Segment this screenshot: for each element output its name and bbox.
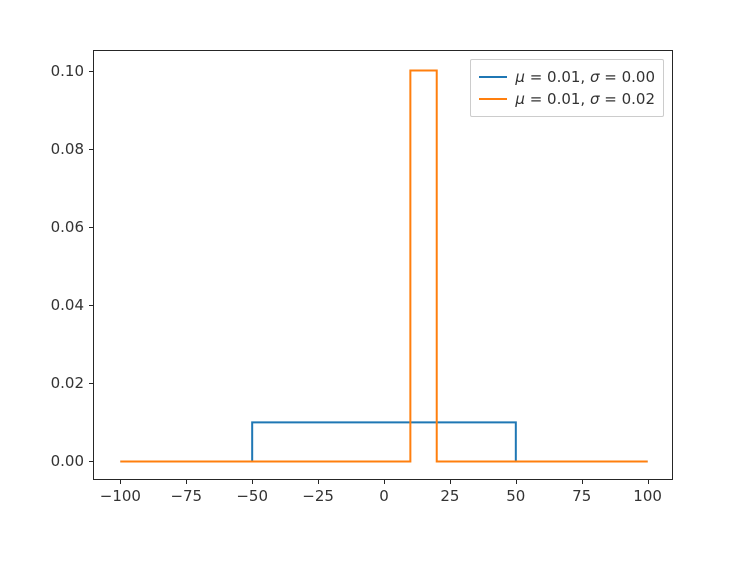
x-tick-label: −50: [236, 487, 268, 505]
x-tick-label: 0: [379, 487, 389, 505]
mu-symbol: μ: [515, 68, 525, 86]
y-tick-label: 0.10: [51, 62, 84, 80]
axes: −100 −75 −50 −25 0 25 50 75 100 0.00 0.0…: [93, 50, 673, 480]
y-tick-label: 0.04: [51, 296, 84, 314]
x-tick-label: −75: [170, 487, 202, 505]
x-tick-mark: [384, 479, 385, 484]
legend-entry: μ = 0.01, σ = 0.00: [479, 66, 655, 88]
x-tick-label: 25: [440, 487, 459, 505]
y-tick-mark: [89, 149, 94, 150]
x-tick-mark: [582, 479, 583, 484]
legend-text: = 0.00: [599, 68, 655, 86]
x-tick-mark: [252, 479, 253, 484]
x-tick-mark: [186, 479, 187, 484]
legend-swatch: [479, 76, 507, 78]
legend-text: = 0.02: [599, 90, 655, 108]
x-tick-label: −25: [302, 487, 334, 505]
legend-label: μ = 0.01, σ = 0.02: [515, 90, 655, 108]
y-tick-label: 0.02: [51, 374, 84, 392]
x-tick-label: 100: [633, 487, 662, 505]
figure: −100 −75 −50 −25 0 25 50 75 100 0.00 0.0…: [0, 0, 750, 563]
x-tick-mark: [516, 479, 517, 484]
series-line-1: [120, 71, 647, 462]
legend-swatch: [479, 98, 507, 100]
y-tick-mark: [89, 383, 94, 384]
x-tick-label: 75: [572, 487, 591, 505]
legend-text: = 0.01,: [525, 68, 590, 86]
mu-symbol: μ: [515, 90, 525, 108]
y-tick-label: 0.00: [51, 452, 84, 470]
x-tick-mark: [120, 479, 121, 484]
legend-text: = 0.01,: [525, 90, 590, 108]
y-tick-mark: [89, 461, 94, 462]
legend-label: μ = 0.01, σ = 0.00: [515, 68, 655, 86]
x-tick-mark: [450, 479, 451, 484]
legend-entry: μ = 0.01, σ = 0.02: [479, 88, 655, 110]
y-tick-mark: [89, 305, 94, 306]
y-tick-label: 0.08: [51, 140, 84, 158]
x-tick-mark: [318, 479, 319, 484]
x-tick-label: 50: [506, 487, 525, 505]
y-tick-label: 0.06: [51, 218, 84, 236]
series-line-0: [120, 422, 647, 461]
y-tick-mark: [89, 227, 94, 228]
x-tick-label: −100: [100, 487, 141, 505]
y-tick-mark: [89, 71, 94, 72]
legend: μ = 0.01, σ = 0.00 μ = 0.01, σ = 0.02: [470, 59, 664, 117]
x-tick-mark: [648, 479, 649, 484]
